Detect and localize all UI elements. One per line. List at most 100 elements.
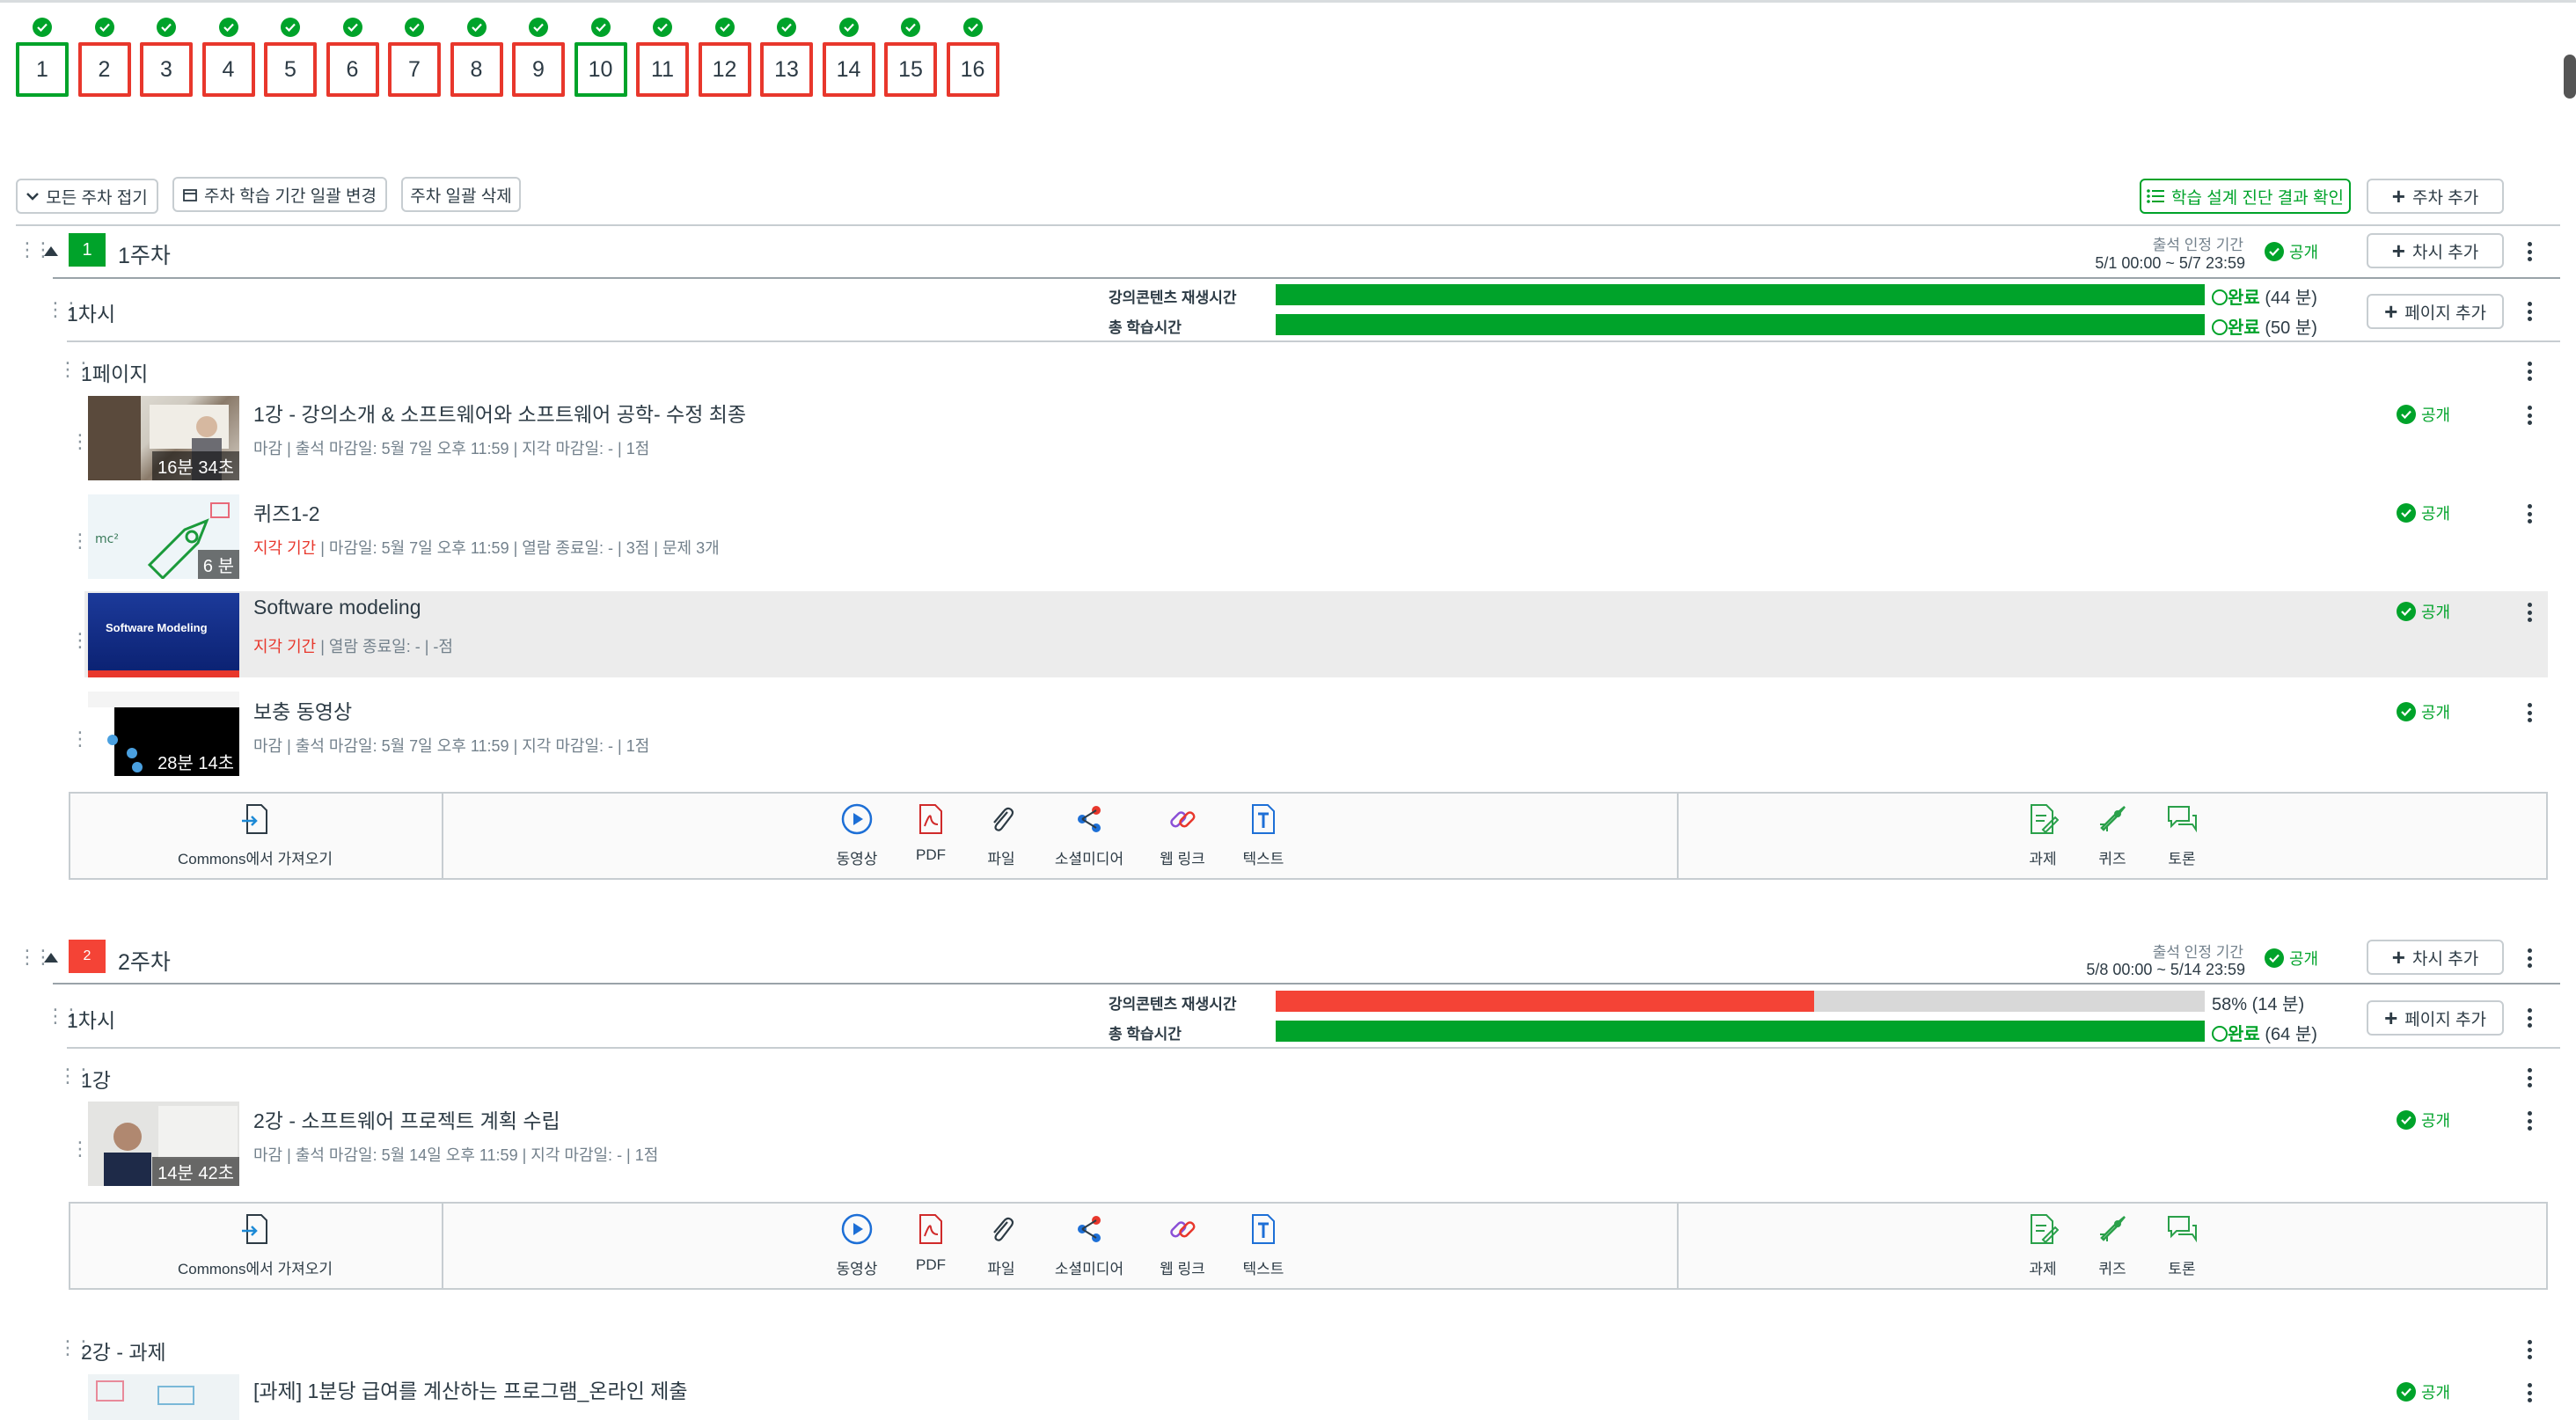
collapse-all-button[interactable]: 모든 주차 접기	[16, 179, 158, 214]
add-week-button[interactable]: + 주차 추가	[2367, 179, 2504, 214]
check-circle-icon	[2212, 319, 2228, 335]
drag-handle-icon[interactable]	[58, 1337, 69, 1358]
more-options-icon[interactable]	[2525, 1065, 2534, 1090]
check-circle-icon	[2397, 1382, 2416, 1402]
add-session-label: 차시 추가	[2411, 243, 2479, 262]
week-nav-number: 4	[222, 56, 235, 82]
check-circle-icon	[466, 18, 487, 37]
more-options-icon[interactable]	[2525, 700, 2534, 725]
assignment-image	[96, 1380, 194, 1405]
quiz-thumbnail[interactable]: mc² 6 분	[88, 494, 239, 579]
item-title[interactable]: 1강 - 강의소개 & 소프트웨어와 소프트웨어 공학- 수정 최종	[253, 398, 746, 428]
more-options-icon[interactable]	[2525, 1337, 2534, 1362]
week-nav-item[interactable]: 1	[16, 18, 69, 97]
diagnosis-result-button[interactable]: 학습 설계 진단 결과 확인	[2140, 179, 2351, 214]
assignment-thumbnail[interactable]	[88, 1374, 239, 1420]
commons-import-button[interactable]: Commons에서 가져오기	[150, 803, 361, 868]
drag-handle-icon[interactable]	[70, 1138, 81, 1160]
add-text-button[interactable]: 텍스트	[1158, 803, 1369, 868]
drag-handle-icon[interactable]	[70, 630, 81, 651]
week-nav-item[interactable]: 8	[450, 18, 503, 97]
week-nav-item[interactable]: 5	[264, 18, 317, 97]
week-nav-item[interactable]: 3	[140, 18, 193, 97]
add-page-button[interactable]: + 페이지 추가	[2367, 294, 2504, 329]
drag-handle-icon[interactable]	[46, 1006, 56, 1027]
publish-status[interactable]: 공개	[2397, 501, 2450, 524]
divider	[1677, 794, 1679, 878]
collapse-caret-icon[interactable]	[44, 246, 58, 256]
playtime-progress-bar	[1276, 284, 2205, 305]
publish-status[interactable]: 공개	[2397, 600, 2450, 623]
item-title[interactable]: [과제] 1분당 급여를 계산하는 프로그램_온라인 제출	[253, 1374, 688, 1404]
add-discussion-button[interactable]: 토론	[2076, 1213, 2287, 1278]
item-title[interactable]: 퀴즈1-2	[253, 497, 320, 527]
complete-label: 완료	[2228, 318, 2260, 338]
week-nav-item[interactable]: 15	[884, 18, 937, 97]
more-options-icon[interactable]	[2525, 299, 2534, 324]
more-options-icon[interactable]	[2525, 403, 2534, 428]
change-period-button[interactable]: 주차 학습 기간 일괄 변경	[172, 177, 387, 212]
drag-handle-icon[interactable]	[46, 299, 56, 320]
duration-badge: 16분 34초	[152, 451, 239, 480]
add-text-button[interactable]: 텍스트	[1158, 1213, 1369, 1278]
week-nav-item[interactable]: 12	[698, 18, 751, 97]
add-session-button[interactable]: + 차시 추가	[2367, 233, 2504, 268]
more-options-icon[interactable]	[2525, 1006, 2534, 1030]
week-nav-number: 6	[346, 56, 359, 82]
more-options-icon[interactable]	[2525, 359, 2534, 384]
publish-status[interactable]: 공개	[2397, 1109, 2450, 1131]
video-thumbnail[interactable]: 28분 14초	[88, 692, 239, 776]
highlighted-row	[84, 591, 2548, 677]
drag-handle-icon[interactable]	[58, 1065, 69, 1087]
week-nav-item[interactable]: 14	[822, 18, 875, 97]
drag-handle-icon[interactable]	[58, 359, 69, 380]
pdf-thumbnail[interactable]: Software Modeling	[88, 593, 239, 677]
publish-status[interactable]: 공개	[2397, 1380, 2450, 1403]
week-nav-item[interactable]: 2	[77, 18, 131, 97]
week-nav-item[interactable]: 6	[326, 18, 379, 97]
publish-status[interactable]: 공개	[2265, 947, 2318, 970]
add-discussion-button[interactable]: 토론	[2076, 803, 2287, 868]
publish-status[interactable]: 공개	[2397, 403, 2450, 426]
collapse-caret-icon[interactable]	[44, 953, 58, 963]
more-options-icon[interactable]	[2525, 239, 2534, 264]
item-title[interactable]: Software modeling	[253, 596, 421, 619]
add-page-button[interactable]: + 페이지 추가	[2367, 1000, 2504, 1036]
week-nav-item[interactable]: 7	[388, 18, 441, 97]
text-label: 텍스트	[1242, 851, 1284, 867]
add-session-button[interactable]: + 차시 추가	[2367, 940, 2504, 975]
week-nav-item[interactable]: 4	[201, 18, 255, 97]
add-week-label: 주차 추가	[2411, 188, 2479, 208]
more-options-icon[interactable]	[2525, 600, 2534, 625]
item-title[interactable]: 보충 동영상	[253, 695, 352, 725]
playtime-label: 강의콘텐츠 재생시간	[1109, 289, 1237, 306]
drag-handle-icon[interactable]	[18, 947, 28, 968]
drag-handle-icon[interactable]	[18, 239, 28, 260]
week-nav-item[interactable]: 13	[760, 18, 813, 97]
week-nav-item[interactable]: 10	[574, 18, 627, 97]
divider	[67, 1047, 2560, 1049]
calendar-icon	[183, 189, 197, 201]
item-title[interactable]: 2강 - 소프트웨어 프로젝트 계획 수립	[253, 1104, 560, 1134]
week-nav-item[interactable]: 16	[946, 18, 999, 97]
week-nav-item[interactable]: 11	[636, 18, 689, 97]
video-thumbnail[interactable]: 14분 42초	[88, 1102, 239, 1186]
week-nav-item[interactable]: 9	[512, 18, 565, 97]
more-options-icon[interactable]	[2525, 946, 2534, 970]
commons-import-button[interactable]: Commons에서 가져오기	[150, 1213, 361, 1278]
playtime-value: 58% (14 분)	[2212, 995, 2305, 1014]
delete-all-weeks-button[interactable]: 주차 일괄 삭제	[401, 177, 521, 212]
duration-badge: 14분 42초	[152, 1157, 239, 1186]
drag-handle-icon[interactable]	[70, 728, 81, 750]
more-options-icon[interactable]	[2525, 1109, 2534, 1133]
publish-status[interactable]: 공개	[2397, 700, 2450, 723]
drag-handle-icon[interactable]	[70, 531, 81, 552]
check-circle-icon	[2265, 948, 2284, 968]
publish-status[interactable]: 공개	[2265, 240, 2318, 263]
collapse-all-label: 모든 주차 접기	[46, 188, 148, 208]
video-thumbnail[interactable]: 16분 34초	[88, 396, 239, 480]
drag-handle-icon[interactable]	[70, 431, 81, 452]
more-options-icon[interactable]	[2525, 501, 2534, 526]
more-options-icon[interactable]	[2525, 1380, 2534, 1405]
scrollbar-thumb[interactable]	[2564, 55, 2576, 99]
